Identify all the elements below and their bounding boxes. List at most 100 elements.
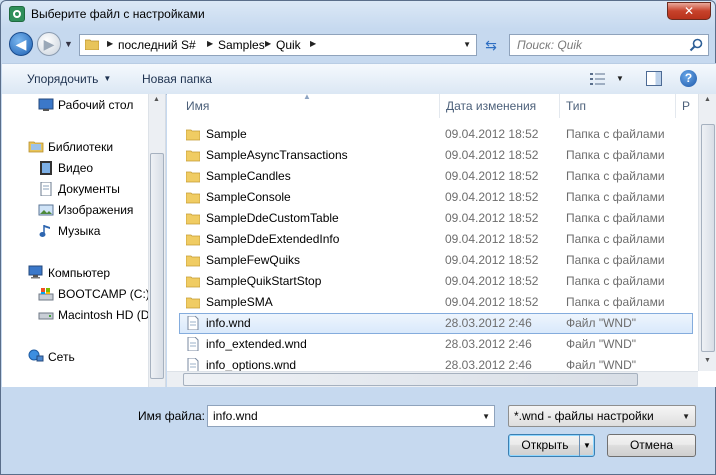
nav-item-video[interactable]: Видео	[58, 161, 93, 175]
folder-icon	[186, 234, 200, 246]
column-divider[interactable]	[439, 94, 440, 118]
file-name: SampleSMA	[206, 295, 273, 309]
column-header-size[interactable]: Р	[682, 94, 690, 118]
breadcrumb-separator-icon[interactable]: ▶	[107, 39, 113, 48]
organize-dropdown-icon: ▼	[103, 74, 112, 83]
nav-item-macintosh-drive[interactable]: Macintosh HD (D	[58, 308, 149, 322]
horizontal-scrollbar-thumb[interactable]	[183, 373, 638, 386]
file-row-selected[interactable]: info.wnd 28.03.2012 2:46 Файл "WND"	[179, 313, 693, 334]
chevron-down-icon: ▼	[583, 441, 591, 450]
file-list-scrollbar[interactable]: ▲ ▼	[698, 94, 716, 371]
forward-button[interactable]: ▶	[37, 32, 61, 56]
file-list[interactable]: ▲ Имя Дата изменения Тип Р Sample 09.04.…	[167, 94, 716, 387]
file-row[interactable]: SampleDdeCustomTable 09.04.2012 18:52 Па…	[179, 208, 693, 229]
file-date: 09.04.2012 18:52	[445, 169, 539, 183]
navigation-pane[interactable]: Рабочий стол Библиотеки Видео Документы …	[2, 94, 166, 387]
column-header-type[interactable]: Тип	[566, 94, 586, 118]
scroll-up-icon[interactable]: ▲	[149, 96, 164, 103]
dialog-footer: Имя файла: info.wnd ▼ *.wnd - файлы наст…	[2, 388, 716, 474]
open-button[interactable]: Открыть ▼	[508, 434, 595, 457]
windows-drive-icon	[38, 288, 54, 301]
libraries-icon	[28, 141, 44, 153]
horizontal-scrollbar[interactable]	[167, 371, 698, 387]
back-button[interactable]: ◀	[9, 32, 33, 56]
folder-icon	[186, 192, 200, 204]
file-type: Папка с файлами	[566, 211, 665, 225]
change-view-icon[interactable]	[590, 72, 606, 86]
breadcrumb-item[interactable]: Samples	[218, 38, 265, 52]
documents-icon	[40, 182, 52, 196]
search-input[interactable]: Поиск: Quik	[509, 34, 709, 56]
help-icon[interactable]: ?	[680, 70, 697, 87]
breadcrumb-item[interactable]: Quik	[276, 38, 301, 52]
folder-icon	[186, 213, 200, 225]
column-divider[interactable]	[559, 94, 560, 118]
file-date: 09.04.2012 18:52	[445, 148, 539, 162]
drive-icon	[38, 312, 54, 320]
breadcrumb-separator-icon[interactable]: ▶	[310, 39, 316, 48]
file-date: 09.04.2012 18:52	[445, 190, 539, 204]
address-bar[interactable]: ▶ последний S# ▶ Samples ▶ Quik ▶ ▼	[79, 34, 477, 56]
search-icon[interactable]	[689, 38, 703, 52]
folder-icon	[186, 129, 200, 141]
file-row[interactable]: SampleQuikStartStop 09.04.2012 18:52 Пап…	[179, 271, 693, 292]
file-date: 09.04.2012 18:52	[445, 274, 539, 288]
folder-icon	[186, 171, 200, 183]
filename-input[interactable]: info.wnd ▼	[207, 405, 495, 427]
file-row[interactable]: Sample 09.04.2012 18:52 Папка с файлами	[179, 124, 693, 145]
nav-scrollbar[interactable]: ▲	[148, 94, 165, 387]
file-row[interactable]: SampleSMA 09.04.2012 18:52 Папка с файла…	[179, 292, 693, 313]
new-folder-button[interactable]: Новая папка	[142, 72, 212, 86]
file-list-scrollbar-thumb[interactable]	[701, 124, 715, 352]
nav-item-desktop[interactable]: Рабочий стол	[58, 98, 133, 112]
column-header-name[interactable]: Имя	[186, 94, 209, 118]
organize-label: Упорядочить	[27, 72, 99, 86]
file-row[interactable]: SampleFewQuiks 09.04.2012 18:52 Папка с …	[179, 250, 693, 271]
nav-scrollbar-thumb[interactable]	[150, 153, 164, 379]
file-type-filter-select[interactable]: *.wnd - файлы настройки ▼	[508, 405, 696, 427]
view-dropdown-icon[interactable]: ▼	[616, 74, 624, 83]
dialog-window: Выберите файл с настройками ✕ ◀ ▶ ▼ ▶ по…	[0, 0, 716, 475]
file-row[interactable]: SampleAsyncTransactions 09.04.2012 18:52…	[179, 145, 693, 166]
file-date: 09.04.2012 18:52	[445, 127, 539, 141]
nav-item-bootcamp-drive[interactable]: BOOTCAMP (C:)	[58, 287, 150, 301]
search-placeholder: Поиск: Quik	[517, 38, 583, 52]
nav-item-libraries[interactable]: Библиотеки	[48, 140, 113, 154]
file-row[interactable]: SampleDdeExtendedInfo 09.04.2012 18:52 П…	[179, 229, 693, 250]
filename-dropdown-icon[interactable]: ▼	[482, 412, 490, 421]
refresh-icon[interactable]: ⇆	[482, 37, 500, 53]
file-row[interactable]: SampleCandles 09.04.2012 18:52 Папка с ф…	[179, 166, 693, 187]
address-dropdown-icon[interactable]: ▼	[463, 40, 471, 49]
breadcrumb-item[interactable]: последний S#	[118, 38, 196, 52]
file-name: SampleCandles	[206, 169, 291, 183]
cancel-button[interactable]: Отмена	[607, 434, 696, 457]
nav-item-documents[interactable]: Документы	[58, 182, 120, 196]
scroll-down-icon[interactable]: ▼	[700, 357, 715, 364]
nav-item-pictures[interactable]: Изображения	[58, 203, 133, 217]
close-button[interactable]: ✕	[667, 2, 711, 20]
file-type: Папка с файлами	[566, 190, 665, 204]
video-icon	[40, 161, 52, 175]
computer-icon	[28, 265, 43, 279]
nav-item-computer[interactable]: Компьютер	[48, 266, 110, 280]
file-row[interactable]: SampleConsole 09.04.2012 18:52 Папка с ф…	[179, 187, 693, 208]
preview-pane-icon[interactable]	[646, 71, 662, 86]
title-bar[interactable]: Выберите файл с настройками ✕	[1, 1, 716, 27]
music-icon	[39, 225, 50, 237]
breadcrumb-separator-icon[interactable]: ▶	[207, 39, 213, 48]
folder-icon	[186, 255, 200, 267]
open-options-dropdown[interactable]: ▼	[579, 435, 594, 456]
file-row[interactable]: info_extended.wnd 28.03.2012 2:46 Файл "…	[179, 334, 693, 355]
file-date: 09.04.2012 18:52	[445, 232, 539, 246]
column-divider[interactable]	[675, 94, 676, 118]
column-header-date[interactable]: Дата изменения	[446, 94, 536, 118]
nav-item-network[interactable]: Сеть	[48, 350, 75, 364]
file-date: 09.04.2012 18:52	[445, 211, 539, 225]
recent-pages-dropdown-icon[interactable]: ▼	[64, 39, 73, 49]
nav-item-music[interactable]: Музыка	[58, 224, 100, 238]
scroll-up-icon[interactable]: ▲	[700, 96, 715, 103]
organize-button[interactable]: Упорядочить ▼	[27, 72, 111, 86]
file-name: info_options.wnd	[206, 358, 297, 372]
breadcrumb-separator-icon[interactable]: ▶	[265, 39, 271, 48]
file-name: SampleFewQuiks	[206, 253, 301, 267]
